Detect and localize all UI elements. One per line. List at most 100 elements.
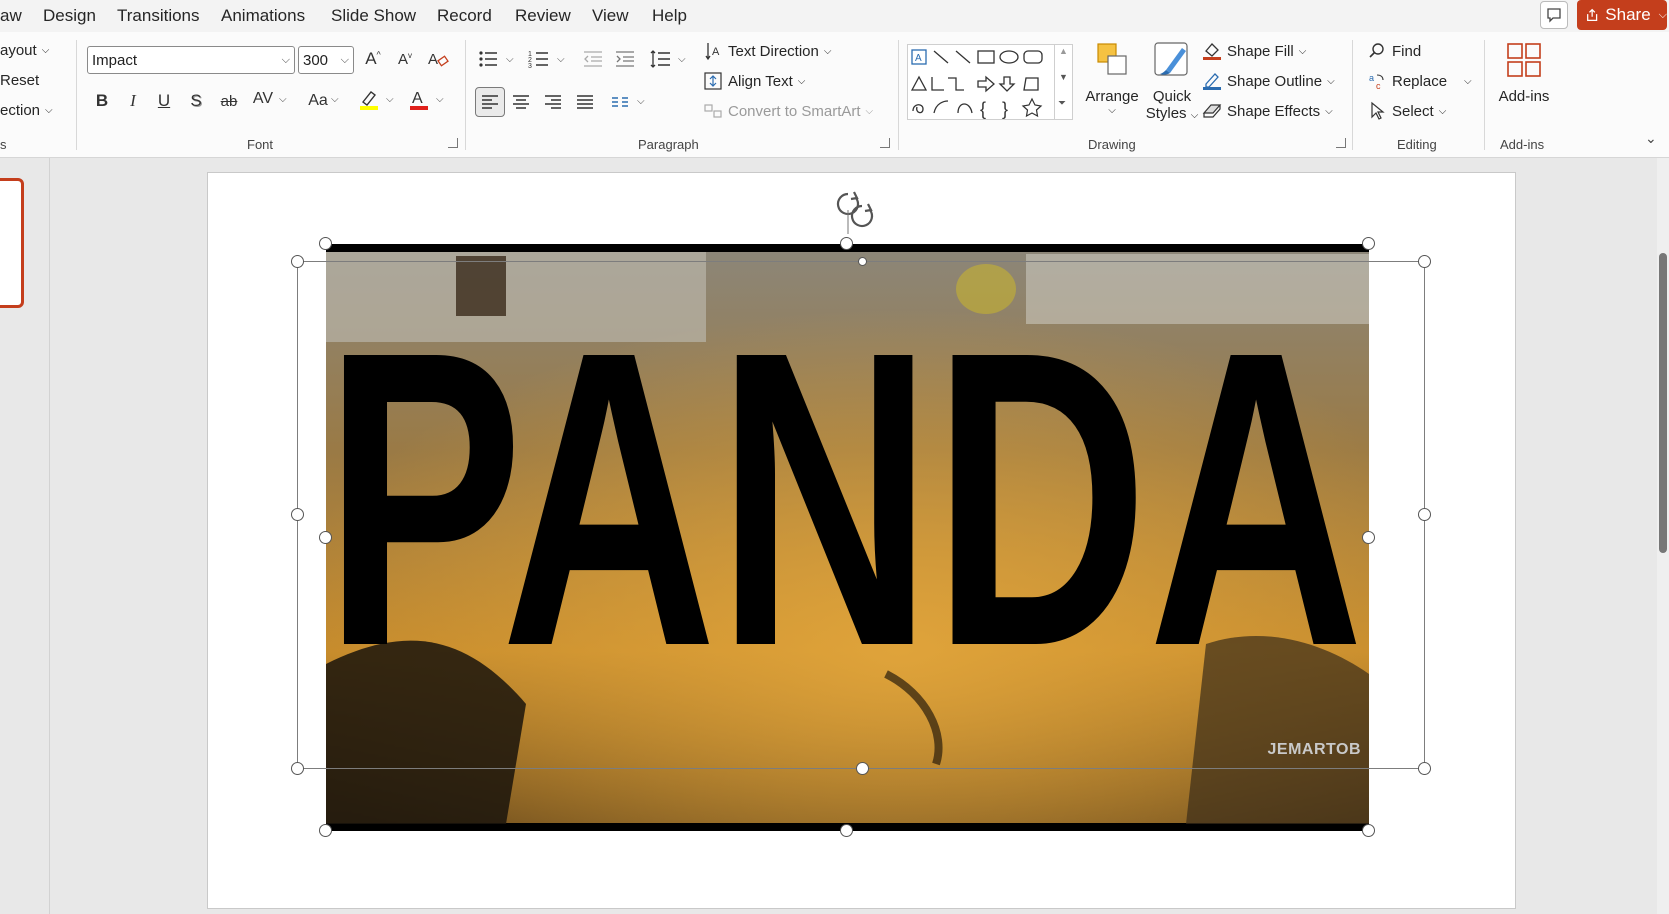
- shape-outline-label: Shape Outline: [1227, 72, 1323, 90]
- align-right-button[interactable]: [540, 89, 566, 115]
- change-case-button[interactable]: Aa: [303, 88, 333, 114]
- bullets-button[interactable]: [475, 46, 501, 72]
- section-button[interactable]: ection ⌵: [0, 102, 53, 119]
- menu-view-tab[interactable]: View: [592, 6, 629, 26]
- shadow-icon: S: [190, 91, 202, 110]
- resize-handle-bottom-center[interactable]: [840, 824, 853, 837]
- highlighter-icon: [360, 91, 378, 110]
- text-direction-button[interactable]: A Text Direction ⌵: [703, 41, 831, 61]
- find-button[interactable]: Find: [1367, 41, 1421, 61]
- text-handle-middle-left[interactable]: [291, 508, 304, 521]
- select-button[interactable]: Select ⌵: [1367, 101, 1446, 121]
- bold-button[interactable]: B: [89, 88, 115, 114]
- highlight-color-button[interactable]: [356, 86, 382, 112]
- convert-to-smartart-button[interactable]: Convert to SmartArt ⌵: [703, 101, 873, 121]
- align-text-label: Align Text: [728, 72, 793, 90]
- group-separator: [465, 40, 466, 150]
- layout-button[interactable]: ayout ⌵: [0, 42, 49, 59]
- chevron-down-icon: ⌵: [340, 53, 349, 66]
- decrease-font-size-button[interactable]: Av: [392, 46, 418, 72]
- text-handle-top-right[interactable]: [1418, 255, 1431, 268]
- font-dialog-launcher[interactable]: [448, 138, 458, 148]
- comments-button[interactable]: [1540, 1, 1568, 29]
- align-left-button[interactable]: [475, 87, 505, 117]
- text-handle-bottom-center[interactable]: [856, 762, 869, 775]
- paragraph-dialog-launcher[interactable]: [880, 138, 890, 148]
- resize-handle-bottom-left[interactable]: [319, 824, 332, 837]
- resize-handle-middle-right[interactable]: [1362, 531, 1375, 544]
- quick-styles-button[interactable]: Quick Styles ⌵: [1140, 40, 1204, 122]
- shapes-gallery[interactable]: A {}: [907, 44, 1073, 120]
- numbering-button[interactable]: 123: [526, 46, 552, 72]
- decrease-indent-icon: [584, 51, 602, 67]
- shapes-gallery-scroll[interactable]: ▲ ▼ ⏷: [1054, 44, 1073, 120]
- slide-thumbnail-pane[interactable]: [0, 158, 50, 914]
- replace-button[interactable]: ac Replace ⌵: [1367, 71, 1472, 92]
- svg-text:A: A: [712, 46, 720, 58]
- menu-draw-tab[interactable]: aw: [0, 6, 22, 26]
- chevron-down-icon: ⌵: [1658, 8, 1667, 21]
- menu-review-tab[interactable]: Review: [515, 6, 571, 26]
- increase-font-size-button[interactable]: A^: [360, 46, 386, 72]
- chevron-down-icon: ⌵: [637, 96, 645, 107]
- menu-design-tab[interactable]: Design: [43, 6, 96, 26]
- selected-slide-thumbnail[interactable]: [0, 178, 24, 308]
- character-spacing-button[interactable]: AV: [250, 86, 276, 112]
- font-size-dropdown[interactable]: 300 ⌵: [298, 46, 354, 74]
- text-handle-bottom-right[interactable]: [1418, 762, 1431, 775]
- search-icon: [1369, 43, 1384, 58]
- decrease-indent-button[interactable]: [580, 46, 606, 72]
- menu-help-tab[interactable]: Help: [652, 6, 687, 26]
- convert-smartart-label: Convert to SmartArt: [728, 102, 861, 120]
- resize-handle-bottom-right[interactable]: [1362, 824, 1375, 837]
- vertical-scrollbar[interactable]: [1657, 158, 1669, 914]
- strikethrough-button[interactable]: ab: [216, 88, 242, 114]
- chevron-down-icon: ⌵: [1327, 75, 1335, 87]
- resize-handle-middle-left[interactable]: [319, 531, 332, 544]
- increase-indent-button[interactable]: [612, 46, 638, 72]
- shape-outline-button[interactable]: Shape Outline ⌵: [1202, 71, 1335, 91]
- scrollbar-thumb[interactable]: [1659, 253, 1667, 553]
- share-button[interactable]: Share ⌵: [1577, 0, 1667, 30]
- smartart-icon: [704, 104, 722, 118]
- underline-button[interactable]: U: [151, 88, 177, 114]
- text-handle-top-left[interactable]: [291, 255, 304, 268]
- font-color-button[interactable]: A: [406, 86, 432, 112]
- text-handle-middle-right[interactable]: [1418, 508, 1431, 521]
- text-handle-bottom-left[interactable]: [291, 762, 304, 775]
- svg-text:A: A: [428, 51, 438, 68]
- rotate-handle-icon[interactable]: [832, 188, 880, 234]
- chevron-down-icon: ⌵: [1190, 110, 1199, 121]
- paint-bucket-icon: [1203, 43, 1221, 60]
- resize-handle-top-right[interactable]: [1362, 237, 1375, 250]
- font-name-dropdown[interactable]: Impact ⌵: [87, 46, 295, 74]
- shape-effects-button[interactable]: Shape Effects ⌵: [1202, 101, 1333, 121]
- clear-formatting-button[interactable]: A: [425, 46, 451, 72]
- text-handle-top-center[interactable]: [858, 257, 867, 266]
- add-ins-button[interactable]: Add-ins: [1492, 40, 1556, 105]
- shape-fill-button[interactable]: Shape Fill ⌵: [1202, 41, 1306, 61]
- drawing-dialog-launcher[interactable]: [1336, 138, 1346, 148]
- align-text-button[interactable]: Align Text ⌵: [703, 71, 805, 91]
- collapse-ribbon-icon[interactable]: ⌄: [1645, 130, 1657, 147]
- font-color-icon: A: [410, 90, 428, 110]
- justify-button[interactable]: [572, 89, 598, 115]
- resize-handle-top-center[interactable]: [840, 237, 853, 250]
- line-spacing-button[interactable]: [647, 46, 673, 72]
- menu-record-tab[interactable]: Record: [437, 6, 492, 26]
- menu-slideshow-tab[interactable]: Slide Show: [331, 6, 416, 26]
- align-center-button[interactable]: [508, 89, 534, 115]
- columns-button[interactable]: [607, 89, 633, 115]
- italic-button[interactable]: I: [120, 88, 146, 114]
- arrange-button[interactable]: Arrange ⌵: [1080, 40, 1144, 116]
- reset-button[interactable]: Reset: [0, 72, 39, 89]
- menu-transitions-tab[interactable]: Transitions: [117, 6, 200, 26]
- chevron-down-icon: ⌵: [865, 105, 874, 117]
- replace-icon: ac: [1369, 73, 1384, 91]
- text-shadow-button[interactable]: S: [183, 88, 209, 114]
- text-box-selection-frame[interactable]: [297, 261, 1425, 769]
- share-label: Share: [1605, 5, 1651, 24]
- change-case-icon: Aa: [308, 92, 328, 109]
- menu-animations-tab[interactable]: Animations: [221, 6, 305, 26]
- resize-handle-top-left[interactable]: [319, 237, 332, 250]
